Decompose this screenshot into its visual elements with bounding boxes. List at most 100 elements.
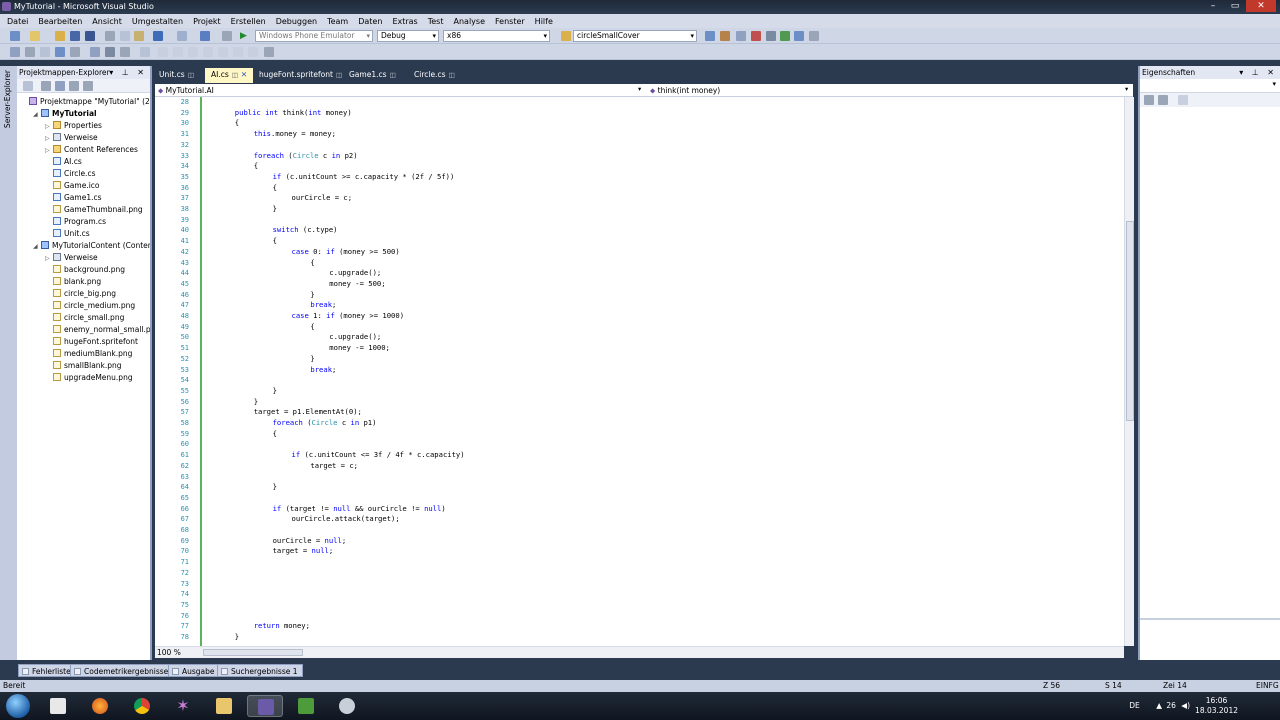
tree-item[interactable]: upgradeMenu.png — [17, 372, 150, 384]
tray-up-arrow-icon[interactable]: ▲ — [1156, 701, 1162, 710]
code-editor[interactable]: 28 29 30 31 32 33 34 35 36 37 38 39 40 41 42 43 44 45 46 47… — [155, 97, 1124, 646]
uncomment-lines-icon[interactable] — [120, 47, 130, 57]
view-class-diagram-icon[interactable] — [83, 81, 93, 91]
next-bookmark-document-icon[interactable] — [233, 47, 243, 57]
code-line[interactable]: if (c.unitCount <= 3f / 4f * c.capacity) — [292, 450, 465, 461]
taskbar-firefox[interactable] — [82, 695, 118, 717]
target-device-select[interactable]: Windows Phone Emulator — [255, 30, 373, 42]
tree-item[interactable]: ▷ Properties — [17, 120, 150, 132]
expand-arrow-icon[interactable]: ▷ — [45, 253, 53, 264]
panel-controls[interactable]: ▾ ⊥ ✕ — [1239, 66, 1277, 79]
menu-item[interactable]: Datei — [2, 17, 33, 26]
tree-item[interactable]: smallBlank.png — [17, 360, 150, 372]
code-line[interactable]: public int think(int money) — [235, 108, 352, 119]
tree-item[interactable]: AI.cs — [17, 156, 150, 168]
copy-icon[interactable] — [120, 31, 130, 41]
taskbar-chrome[interactable] — [124, 695, 160, 717]
code-line[interactable]: c.upgrade(); — [329, 332, 381, 343]
next-bookmark-folder-icon[interactable] — [203, 47, 213, 57]
tree-item[interactable]: GameThumbnail.png — [17, 204, 150, 216]
extension-manager-icon[interactable] — [780, 31, 790, 41]
pin-icon[interactable]: ◫ — [188, 71, 194, 79]
menu-item[interactable]: Daten — [353, 17, 387, 26]
menu-item[interactable]: Ansicht — [87, 17, 127, 26]
properties-object-select[interactable]: ▾ — [1140, 79, 1280, 93]
member-dropdown[interactable]: ⬥ think(int money) — [647, 85, 1127, 96]
start-button[interactable] — [6, 694, 30, 718]
vertical-scrollbar[interactable] — [1124, 97, 1134, 646]
code-line[interactable]: this.money = money; — [254, 129, 336, 140]
code-line[interactable]: { — [235, 118, 239, 129]
menu-item[interactable]: Hilfe — [530, 17, 558, 26]
menu-item[interactable]: Extras — [387, 17, 422, 26]
taskbar-media-player[interactable] — [40, 695, 76, 717]
code-line[interactable]: { — [254, 161, 258, 172]
tool-window-tab[interactable]: Ausgabe — [168, 664, 220, 677]
zoom-level[interactable]: 100 % — [157, 648, 181, 657]
code-line[interactable]: } — [273, 482, 277, 493]
increase-indent-icon[interactable] — [90, 47, 100, 57]
save-all-icon[interactable] — [85, 31, 95, 41]
server-explorer-strip[interactable]: Server-Explorer — [0, 66, 17, 660]
properties-icon[interactable] — [23, 81, 33, 91]
open-icon[interactable] — [55, 31, 65, 41]
menu-item[interactable]: Erstellen — [226, 17, 271, 26]
next-bookmark-icon[interactable] — [173, 47, 183, 57]
toolbar-options-icon[interactable] — [264, 47, 274, 57]
taskbar-visual-studio[interactable] — [247, 695, 283, 717]
tool-window-tab[interactable]: Codemetrikergebnisse — [70, 664, 174, 677]
code-line[interactable]: } — [254, 397, 258, 408]
code-line[interactable]: foreach (Circle c in p1) — [273, 418, 377, 429]
code-line[interactable]: money -= 1000; — [329, 343, 390, 354]
cut-icon[interactable] — [105, 31, 115, 41]
find-in-files-icon[interactable] — [561, 31, 571, 41]
display-word-completion-icon[interactable] — [55, 47, 65, 57]
find-combo[interactable]: circleSmallCover — [573, 30, 697, 42]
refresh-icon[interactable] — [55, 81, 65, 91]
tree-item[interactable]: blank.png — [17, 276, 150, 288]
property-pages-icon[interactable] — [1178, 95, 1188, 105]
taskbar-notes-app[interactable] — [288, 695, 324, 717]
document-tab[interactable]: Unit.cs ◫ — [153, 68, 200, 83]
code-line[interactable]: { — [310, 322, 314, 333]
code-line[interactable]: ourCircle = c; — [292, 193, 353, 204]
tree-item[interactable]: circle_big.png — [17, 288, 150, 300]
display-quick-info-icon[interactable] — [40, 47, 50, 57]
tree-item[interactable]: Circle.cs — [17, 168, 150, 180]
volume-indicator[interactable]: 26 — [1166, 701, 1176, 710]
code-line[interactable]: } — [273, 204, 277, 215]
add-item-icon[interactable] — [30, 31, 40, 41]
server-explorer-label[interactable]: Server-Explorer — [3, 70, 12, 128]
previous-bookmark-document-icon[interactable] — [218, 47, 228, 57]
menu-item[interactable]: Test — [423, 17, 449, 26]
redo-icon[interactable] — [177, 31, 187, 41]
taskbar-explorer[interactable] — [206, 695, 242, 717]
tree-item[interactable]: ▷ Content References — [17, 144, 150, 156]
tree-item[interactable]: hugeFont.spritefont — [17, 336, 150, 348]
tools-icon[interactable] — [766, 31, 776, 41]
volume-icon[interactable]: ◀) — [1181, 701, 1190, 710]
start-debugging-icon[interactable]: ▶ — [240, 31, 250, 41]
expand-arrow-icon[interactable]: ◢ — [33, 109, 41, 120]
clock[interactable]: 16:06 18.03.2012 — [1195, 696, 1238, 716]
expand-arrow-icon[interactable]: ◢ — [33, 241, 41, 252]
system-tray[interactable]: DE ▲ 26 ◀) — [1129, 701, 1190, 710]
code-line[interactable]: break; — [310, 300, 336, 311]
tree-item[interactable]: circle_small.png — [17, 312, 150, 324]
tree-item[interactable]: ▷ Verweise — [17, 132, 150, 144]
code-line[interactable]: } — [310, 290, 314, 301]
document-tab[interactable]: Game1.cs ◫ — [343, 68, 402, 83]
pin-icon[interactable]: ◫ — [336, 71, 342, 79]
decrease-indent-icon[interactable] — [70, 47, 80, 57]
menu-item[interactable]: Projekt — [188, 17, 226, 26]
code-line[interactable]: { — [273, 183, 277, 194]
navigate-backward-icon[interactable] — [200, 31, 210, 41]
pin-icon[interactable]: ◫ — [448, 71, 454, 79]
code-line[interactable]: } — [235, 632, 239, 643]
code-line[interactable]: if (c.unitCount >= c.capacity * (2f / 5f… — [273, 172, 455, 183]
code-line[interactable]: } — [310, 354, 314, 365]
expand-arrow-icon[interactable]: ▷ — [45, 133, 53, 144]
expand-arrow-icon[interactable]: ▷ — [45, 121, 53, 132]
view-code-icon[interactable] — [69, 81, 79, 91]
new-project-icon[interactable] — [10, 31, 20, 41]
